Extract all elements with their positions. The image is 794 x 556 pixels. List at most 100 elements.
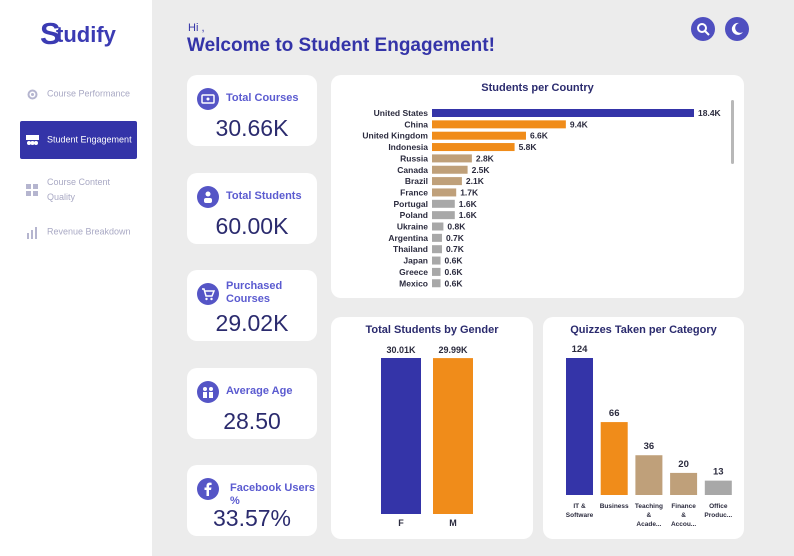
students-by-gender-chart: 30.01K F 29.99K M	[381, 345, 473, 528]
students-per-country-card: Students per Country United States 18.4K C…	[331, 75, 744, 298]
country-value-label: 1.7K	[460, 187, 479, 197]
country-label: United Kingdom	[362, 131, 428, 141]
quiz-category-label: Office	[709, 503, 728, 510]
quiz-category-label: Teaching	[635, 503, 663, 510]
students-per-country-chart: United States 18.4K China 9.4K United Kingdo…	[362, 108, 722, 288]
quiz-category-label: &	[681, 512, 686, 519]
kpi-facebook-users: Facebook Users % 33.57%	[187, 465, 317, 536]
quiz-category-label: Finance	[671, 503, 696, 510]
search-icon	[697, 23, 710, 36]
quiz-bar	[704, 480, 732, 495]
kpi-label: Total Students	[226, 190, 302, 202]
quiz-category-label: Software	[566, 512, 594, 519]
kpi-value: 33.57%	[212, 505, 291, 531]
quiz-bar	[600, 422, 628, 495]
greeting: Hi ,	[188, 22, 205, 34]
quiz-category-label: Produc...	[704, 512, 732, 519]
country-bar	[432, 188, 457, 197]
students-icon	[197, 186, 219, 208]
sidebar-item-label: Course Performance	[47, 88, 131, 99]
kpi-label: Average Age	[226, 385, 293, 397]
sidebar-item-label: Course Content Quality	[47, 177, 111, 202]
country-value-label: 1.6K	[459, 199, 478, 209]
country-bar	[432, 154, 472, 163]
theme-toggle-button[interactable]	[725, 17, 749, 41]
kpi-label: Purchased Courses	[226, 280, 283, 305]
country-label: Mexico	[399, 278, 428, 288]
country-label: Greece	[399, 267, 428, 277]
quiz-category-label: &	[647, 512, 652, 519]
kpi-label: Total Courses	[226, 92, 299, 104]
kpi-value: 30.66K	[215, 115, 289, 141]
country-bar	[432, 120, 566, 129]
kpi-total-courses: Total Courses 30.66K	[187, 75, 317, 146]
country-label: Russia	[400, 153, 428, 163]
quiz-category-label: Business	[600, 503, 629, 510]
gender-value-label: 29.99K	[438, 345, 468, 355]
studify-logo[interactable]: S tudify	[40, 16, 120, 51]
country-label: Ukraine	[397, 222, 428, 232]
scrollbar[interactable]	[731, 100, 734, 164]
sidebar-item-revenue-breakdown[interactable]: Revenue Breakdown	[20, 213, 137, 251]
country-label: Thailand	[393, 244, 428, 254]
country-bar	[432, 177, 462, 186]
country-value-label: 9.4K	[570, 119, 589, 129]
country-label: Argentina	[388, 233, 428, 243]
quiz-bar	[566, 358, 593, 495]
logo-text: tudify	[56, 22, 116, 47]
group-icon	[26, 135, 39, 145]
country-label: Indonesia	[388, 142, 428, 152]
bar-chart-icon	[27, 227, 37, 239]
quiz-category-label: Accou...	[671, 521, 696, 528]
country-value-label: 18.4K	[698, 108, 722, 118]
quiz-value-label: 13	[713, 467, 724, 478]
country-label: China	[404, 119, 428, 129]
quiz-category-label: IT &	[573, 503, 586, 510]
country-bar	[432, 143, 515, 152]
sidebar-item-label: Student Engagement	[47, 134, 132, 145]
country-bar	[432, 211, 455, 220]
quiz-category-label: Acade...	[636, 521, 661, 528]
country-bar	[432, 245, 442, 254]
country-bar	[432, 199, 455, 208]
country-bar	[432, 256, 441, 265]
search-button[interactable]	[691, 17, 715, 41]
country-value-label: 2.8K	[476, 153, 495, 163]
course-icon	[197, 88, 219, 110]
country-bar	[432, 279, 441, 288]
country-label: United States	[374, 108, 429, 118]
gender-card: Total Students by Gender 30.01K F 29.99K M	[331, 317, 533, 539]
country-label: France	[400, 187, 428, 197]
country-label: Portugal	[394, 199, 428, 209]
sidebar-item-student-engagement[interactable]: Student Engagement	[20, 121, 137, 159]
quiz-value-label: 66	[609, 408, 620, 419]
quiz-value-label: 124	[572, 344, 589, 355]
page-title: Welcome to Student Engagement!	[187, 35, 495, 56]
sidebar: S tudify Course Performance Student Enga…	[0, 0, 152, 556]
country-value-label: 2.5K	[472, 165, 491, 175]
quiz-value-label: 20	[678, 459, 689, 470]
country-value-label: 0.8K	[447, 222, 466, 232]
country-value-label: 0.7K	[446, 233, 465, 243]
country-bar	[432, 131, 526, 140]
moon-icon	[731, 22, 743, 35]
quizzes-per-category-chart: 124 IT & Software 66 Business 36 Teaching & Acad…	[566, 344, 733, 528]
sidebar-item-label: Revenue Breakdown	[47, 226, 131, 237]
kpi-average-age: Average Age 28.50	[187, 368, 317, 439]
country-value-label: 5.8K	[519, 142, 538, 152]
country-bar	[432, 267, 441, 276]
sidebar-item-course-content-quality[interactable]: Course Content Quality	[20, 171, 137, 209]
country-value-label: 2.1K	[466, 176, 485, 186]
kpi-value: 28.50	[223, 408, 281, 434]
grid-icon	[26, 184, 38, 196]
gender-category-label: M	[449, 518, 457, 528]
country-value-label: 0.6K	[445, 256, 464, 266]
country-value-label: 6.6K	[530, 131, 549, 141]
kpi-total-students: Total Students 60.00K	[187, 173, 317, 244]
country-value-label: 0.6K	[445, 278, 464, 288]
country-value-label: 0.7K	[446, 244, 465, 254]
country-label: Japan	[403, 256, 428, 266]
sidebar-item-course-performance[interactable]: Course Performance	[20, 75, 137, 113]
gender-bar	[381, 358, 421, 514]
country-bar	[432, 109, 694, 117]
